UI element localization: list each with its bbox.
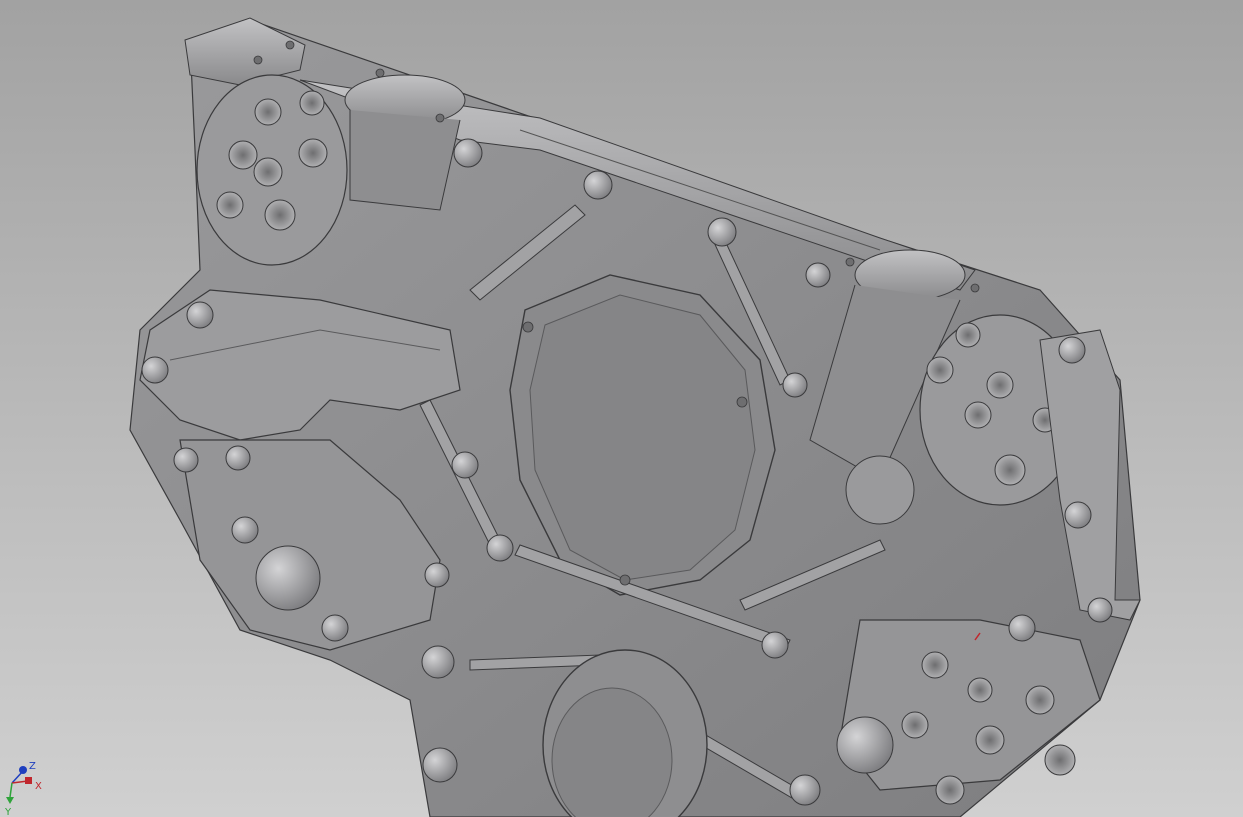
graphics-viewport[interactable]: Z X Y: [0, 0, 1243, 817]
left-lower-plug: [255, 545, 321, 611]
y-axis-label: Y: [4, 807, 12, 817]
engine-front-cover-model[interactable]: [0, 0, 1243, 817]
z-axis-label: Z: [29, 761, 36, 772]
y-axis-handle[interactable]: [6, 797, 14, 804]
view-triad[interactable]: Z X Y: [2, 757, 62, 817]
x-axis-label: X: [35, 781, 42, 792]
x-axis-handle[interactable]: [25, 777, 32, 784]
z-axis-handle[interactable]: [19, 766, 27, 774]
